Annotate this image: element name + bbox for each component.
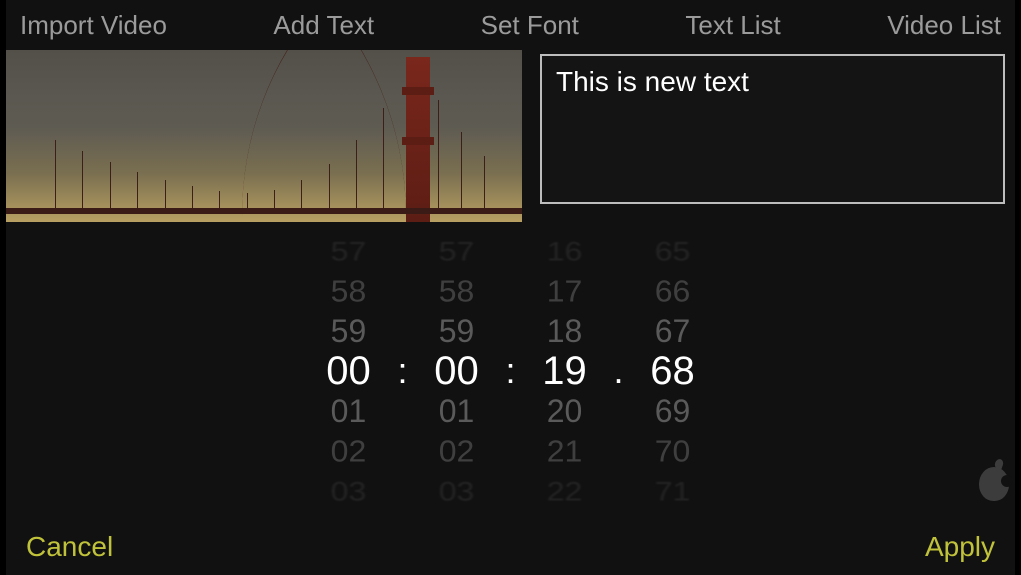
bridge-deck-icon <box>6 208 522 214</box>
app-root: Import Video Add Text Set Font Text List… <box>0 0 1021 575</box>
picker-option: 65 <box>655 234 691 268</box>
picker-option: 58 <box>331 272 367 310</box>
add-text-button[interactable]: Add Text <box>273 10 374 41</box>
separator-dot: . <box>612 350 626 392</box>
text-list-button[interactable]: Text List <box>685 10 780 41</box>
text-input[interactable] <box>540 54 1005 204</box>
picker-selected: 68 <box>650 351 695 391</box>
separator-colon: : <box>503 350 517 392</box>
text-panel <box>522 50 1015 222</box>
bridge-verticals-icon <box>46 52 502 212</box>
timecode-picker: 57 58 59 00 01 02 03 : 57 58 59 00 01 02… <box>6 222 1015 519</box>
picker-option: 69 <box>655 391 691 431</box>
picker-selected: 00 <box>434 351 479 391</box>
picker-hours[interactable]: 57 58 59 00 01 02 03 <box>309 231 387 511</box>
apply-button[interactable]: Apply <box>925 531 995 563</box>
picker-selected: 19 <box>542 351 587 391</box>
picker-option: 18 <box>547 311 583 351</box>
watermark-icon <box>979 467 1009 501</box>
picker-option: 20 <box>547 391 583 431</box>
picker-option: 58 <box>439 272 475 310</box>
picker-option: 59 <box>439 311 475 351</box>
picker-seconds[interactable]: 16 17 18 19 20 21 22 <box>526 231 604 511</box>
top-toolbar: Import Video Add Text Set Font Text List… <box>6 0 1015 50</box>
picker-minutes[interactable]: 57 58 59 00 01 02 03 <box>417 231 495 511</box>
picker-frames[interactable]: 65 66 67 68 69 70 71 <box>634 231 712 511</box>
picker-option: 67 <box>655 311 691 351</box>
preview-row <box>6 50 1015 222</box>
video-list-button[interactable]: Video List <box>887 10 1001 41</box>
picker-option: 66 <box>655 272 691 310</box>
picker-option: 03 <box>331 474 367 508</box>
picker-selected: 00 <box>326 351 371 391</box>
picker-option: 71 <box>655 474 691 508</box>
picker-option: 21 <box>547 432 583 470</box>
picker-option: 02 <box>331 432 367 470</box>
picker-option: 57 <box>331 234 367 268</box>
picker-option: 70 <box>655 432 691 470</box>
picker-option: 02 <box>439 432 475 470</box>
picker-option: 22 <box>547 474 583 508</box>
picker-option: 59 <box>331 311 367 351</box>
picker-option: 01 <box>439 391 475 431</box>
picker-option: 16 <box>547 234 583 268</box>
video-preview[interactable] <box>6 50 522 222</box>
bottom-toolbar: Cancel Apply <box>6 519 1015 575</box>
picker-option: 57 <box>439 234 475 268</box>
separator-colon: : <box>395 350 409 392</box>
import-video-button[interactable]: Import Video <box>20 10 167 41</box>
bridge-tower-icon <box>406 57 430 222</box>
picker-option: 17 <box>547 272 583 310</box>
picker-option: 01 <box>331 391 367 431</box>
picker-option: 03 <box>439 474 475 508</box>
set-font-button[interactable]: Set Font <box>481 10 579 41</box>
cancel-button[interactable]: Cancel <box>26 531 113 563</box>
